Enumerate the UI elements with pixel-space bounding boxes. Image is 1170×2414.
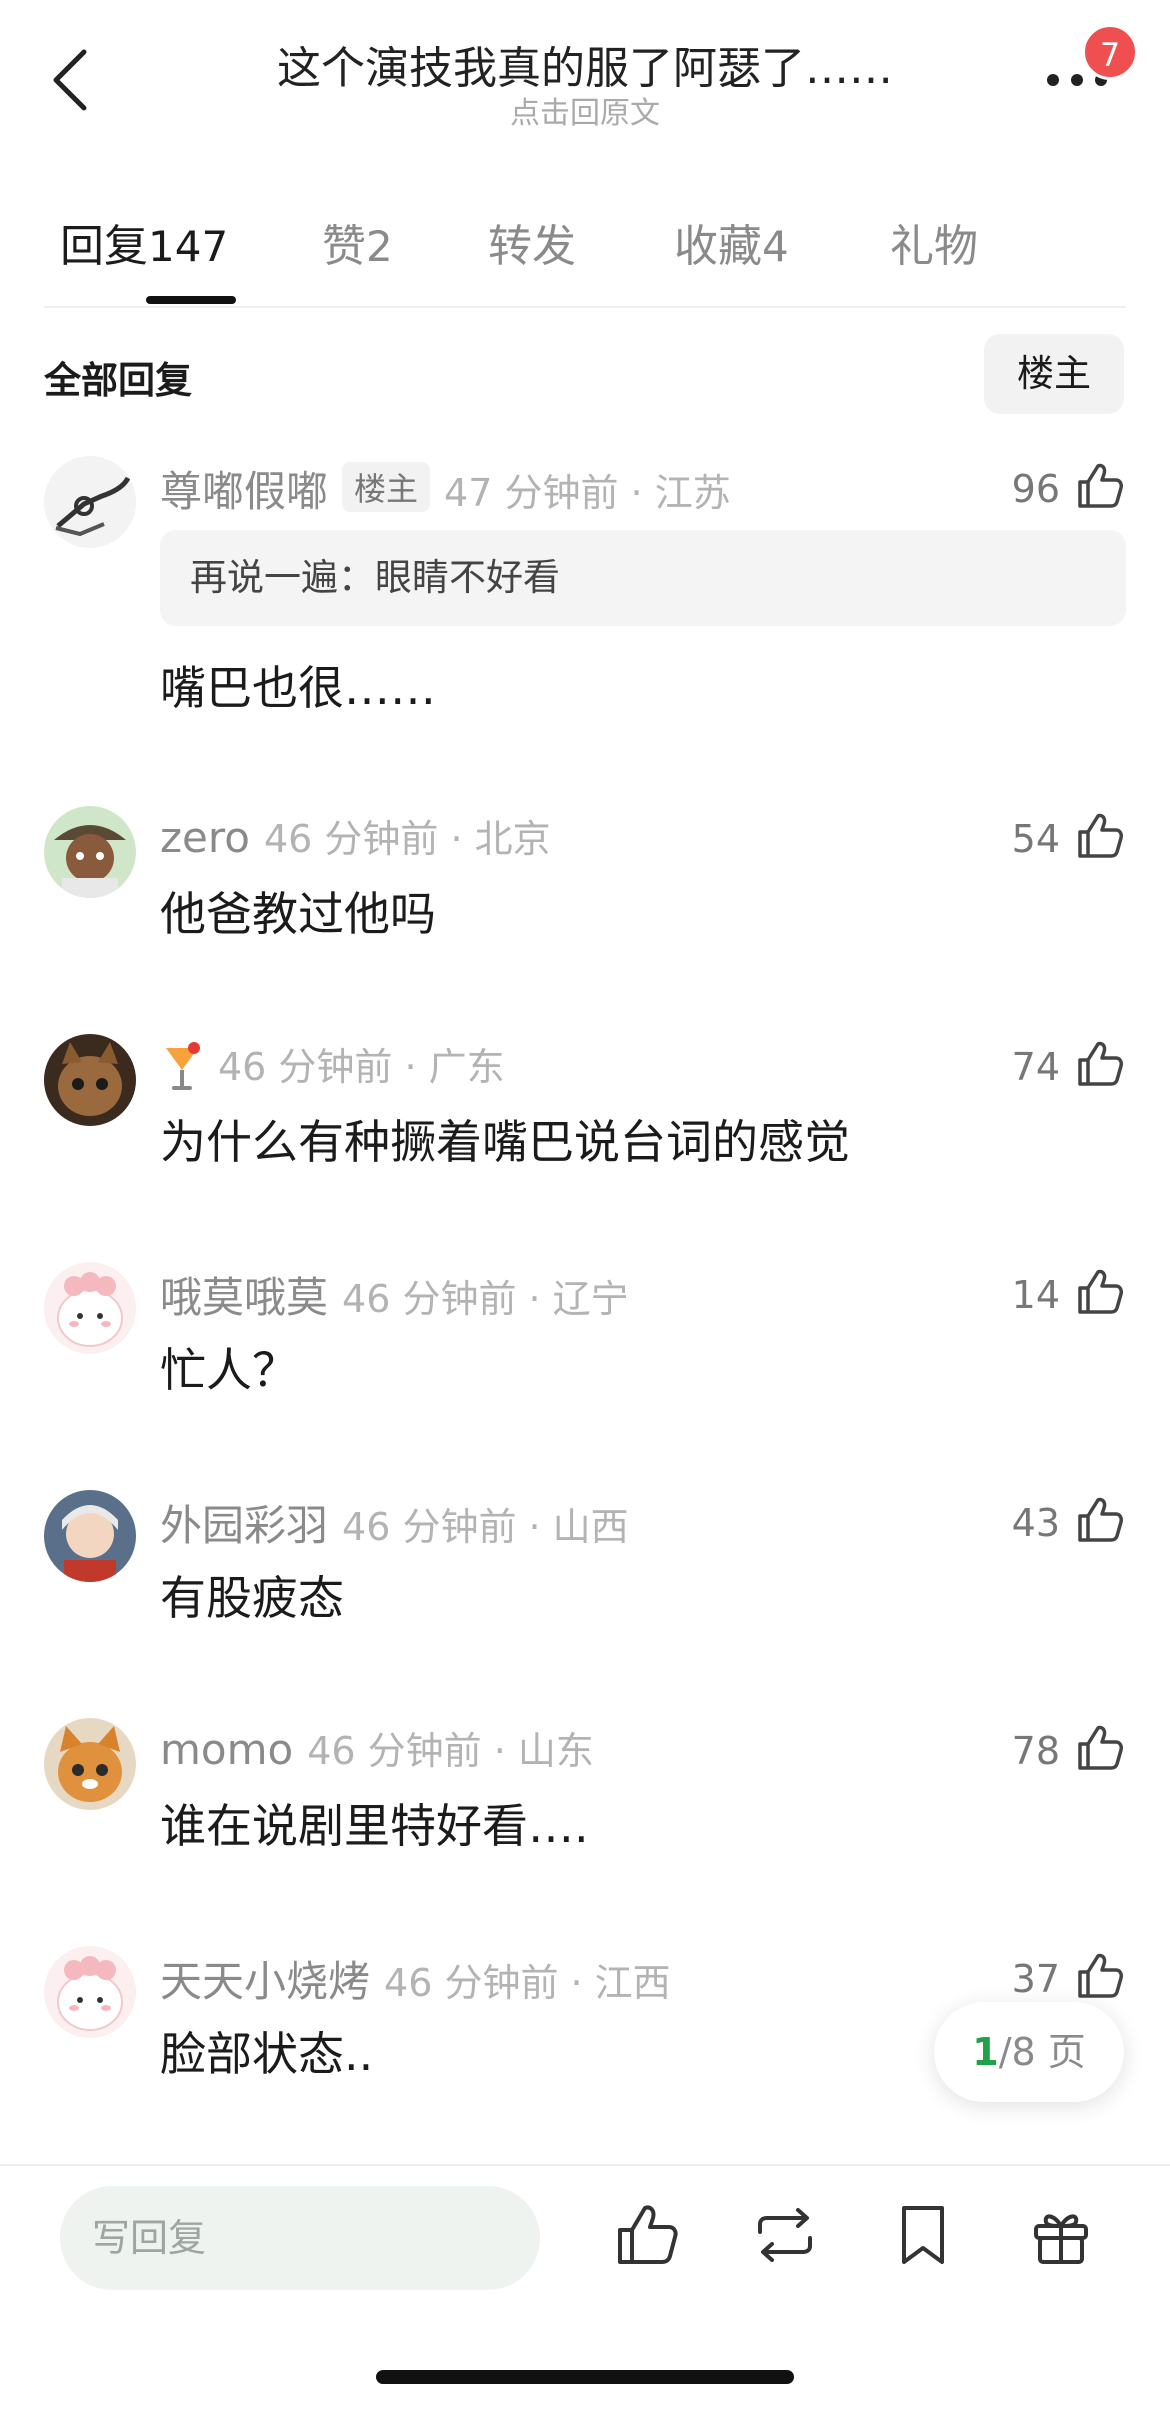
comment-meta: 哦莫哦莫 46 分钟前 · 辽宁 [160,1264,629,1325]
thumbs-up-icon [1078,1269,1123,1314]
thumbs-up-icon [1078,1725,1123,1770]
like-button[interactable]: 43 [1012,1494,1126,1546]
page-title[interactable]: 这个演技我真的服了阿瑟了…… [0,32,1170,96]
avatar[interactable] [44,456,136,548]
tab-label: 转发 [488,221,576,272]
tab-label: 赞 [322,221,366,272]
comment-text[interactable]: 有股疲态 [160,1562,344,1628]
like-button[interactable]: 37 [1012,1950,1126,2002]
comment-text[interactable]: 为什么有种撅着嘴巴说台词的感觉 [160,1106,850,1172]
like-count: 54 [1011,817,1060,861]
comment-time: 47 分钟前 · 江苏 [444,471,731,515]
comment-time: 46 分钟前 · 山东 [307,1729,594,1773]
comment-text[interactable]: 忙人？ [160,1334,298,1400]
username[interactable]: 哦莫哦莫 [160,1273,328,1322]
comment-text[interactable]: 脸部状态.. [160,2018,373,2084]
total-pages: /8 页 [998,2030,1086,2074]
comment-meta: 尊嘟假嘟 楼主 47 分钟前 · 江苏 [160,458,731,519]
notification-badge: 7 [1082,24,1138,80]
thumbs-up-icon [1078,1041,1123,1086]
like-count: 78 [1011,1729,1060,1773]
op-badge: 楼主 [342,462,431,512]
comment-meta: 天天小烧烤 46 分钟前 · 江西 [160,1948,671,2009]
comment-text[interactable]: 他爸教过他吗 [160,878,436,944]
avatar[interactable] [44,1718,136,1810]
like-count: 96 [1011,467,1060,511]
like-icon[interactable] [612,2200,682,2270]
all-replies-label: 全部回复 [44,359,192,402]
avatar[interactable] [44,806,136,898]
tab-reposts[interactable]: 转发 [488,210,576,274]
username[interactable]: 尊嘟假嘟 [160,467,328,516]
divider [0,2164,1170,2166]
like-count: 37 [1011,1957,1060,2001]
tab-count: 2 [366,222,393,271]
comment-time: 46 分钟前 · 江西 [384,1961,671,2005]
tab-count: 4 [762,222,789,271]
gift-icon[interactable] [1026,2200,1096,2270]
avatar[interactable] [44,1946,136,2038]
current-page: 1 [972,2030,999,2074]
thumbs-up-icon [1078,1953,1123,1998]
like-button[interactable]: 96 [1012,460,1126,512]
comment-text[interactable]: 嘴巴也很…… [160,652,436,718]
thumbs-up-icon [1078,463,1123,508]
like-button[interactable]: 74 [1012,1038,1126,1090]
comment-time: 46 分钟前 · 山西 [342,1505,629,1549]
comment-meta: zero 46 分钟前 · 北京 [160,808,551,863]
comment-meta: 外园彩羽 46 分钟前 · 山西 [160,1492,629,1553]
like-button[interactable]: 78 [1012,1722,1126,1774]
tab-label: 回复 [60,221,148,272]
username[interactable]: 天天小烧烤 [160,1957,370,2006]
like-count: 74 [1011,1045,1060,1089]
comment-time: 46 分钟前 · 北京 [263,817,551,861]
avatar[interactable] [44,1490,136,1582]
thumbs-up-icon [1078,1497,1123,1542]
like-button[interactable]: 54 [1012,810,1126,862]
repost-icon[interactable] [750,2200,820,2270]
like-button[interactable]: 14 [1012,1266,1126,1318]
bookmark-icon[interactable] [888,2200,958,2270]
page-indicator[interactable]: 1/8 页 [934,2002,1124,2102]
tab-likes[interactable]: 赞2 [322,210,393,274]
active-tab-indicator [146,296,236,304]
like-count: 14 [1011,1273,1060,1317]
quoted-reply[interactable]: 再说一遍：眼睛不好看 [160,530,1126,626]
tab-gifts[interactable]: 礼物 [890,210,978,274]
back-to-original-link[interactable]: 点击回原文 [0,88,1170,132]
tab-count: 147 [148,222,229,271]
username[interactable]: zero [160,813,250,862]
username[interactable] [160,1042,204,1090]
comment-meta: 46 分钟前 · 广东 [160,1036,505,1094]
tab-replies[interactable]: 回复147 [60,210,228,274]
avatar[interactable] [44,1034,136,1126]
avatar[interactable] [44,1262,136,1354]
comment-meta: momo 46 分钟前 · 山东 [160,1720,594,1775]
op-only-filter-button[interactable]: 楼主 [984,334,1124,414]
divider [44,306,1126,308]
cocktail-emoji-icon [166,1042,200,1090]
tab-favorites[interactable]: 收藏4 [674,210,789,274]
username[interactable]: 外园彩羽 [160,1501,328,1550]
comment-time: 46 分钟前 · 广东 [218,1045,505,1089]
thumbs-up-icon [1078,813,1123,858]
reply-input[interactable]: 写回复 [60,2186,540,2290]
username[interactable]: momo [160,1725,293,1774]
comment-text[interactable]: 谁在说剧里特好看…. [160,1790,589,1856]
home-indicator [376,2370,794,2384]
comment-time: 46 分钟前 · 辽宁 [342,1277,629,1321]
like-count: 43 [1011,1501,1060,1545]
tab-label: 收藏 [674,221,762,272]
tab-label: 礼物 [890,221,978,272]
